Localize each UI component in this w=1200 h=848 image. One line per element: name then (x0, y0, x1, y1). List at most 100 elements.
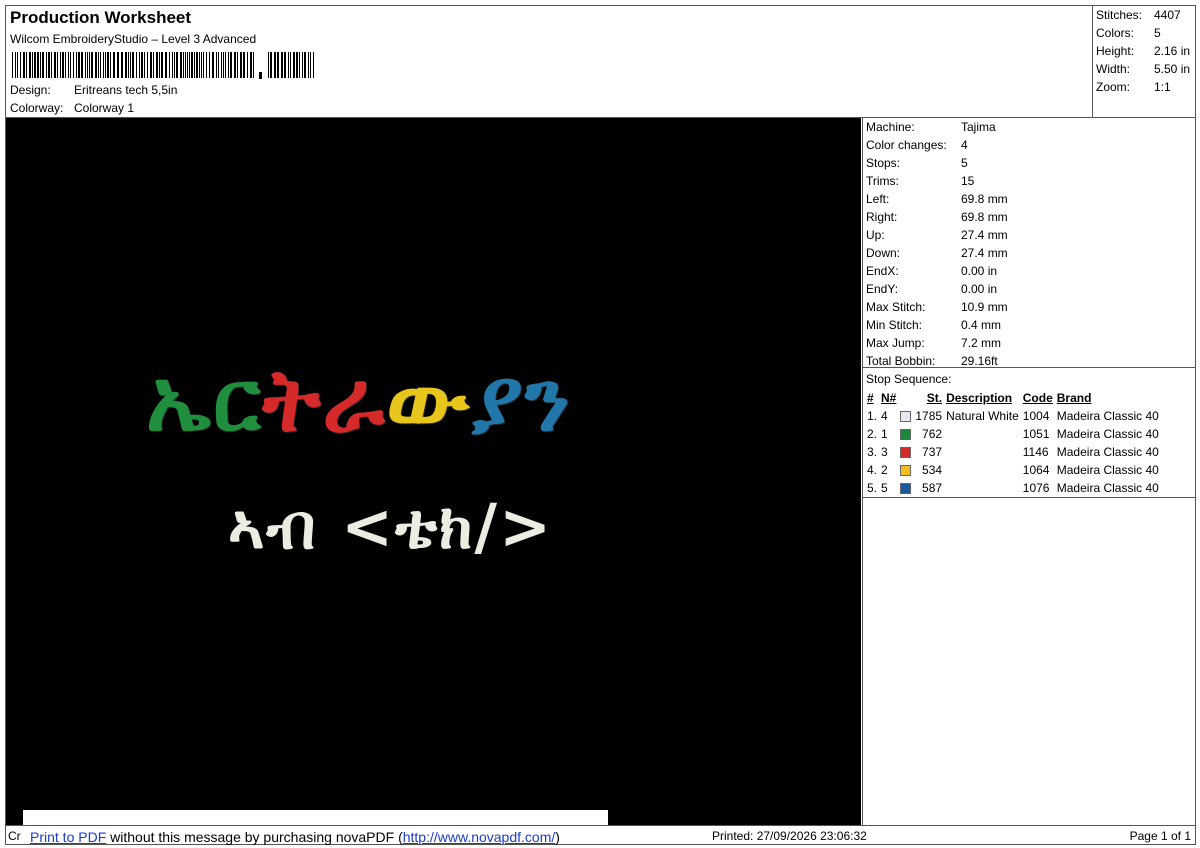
trims-row: Trims: 15 (866, 174, 974, 188)
stitches-label: Stitches: (1096, 8, 1143, 22)
design-glyph: ት (262, 351, 323, 451)
design-glyph: ው (386, 351, 471, 451)
stop-color-swatch (898, 479, 913, 497)
barcode-bar (240, 52, 242, 78)
stitches-row: Stitches: 4407 (1096, 8, 1181, 22)
design-value: Eritreans tech 5,5in (74, 83, 178, 97)
stop-needle: 2 (881, 463, 888, 477)
barcode-bar (29, 52, 31, 78)
col-header-num: # (867, 391, 874, 405)
left-value: 69.8 mm (961, 192, 1008, 206)
barcode-bar (60, 52, 61, 78)
stop-row: 2. 1 762 1051 Madeira Classic 40 (865, 425, 1161, 443)
barcode-bar (87, 52, 88, 78)
print-to-pdf-link[interactable]: Print to PDF (30, 829, 106, 845)
barcode-bar (165, 52, 167, 78)
max-jump-value: 7.2 mm (961, 336, 1002, 350)
endy-label: EndY: (866, 282, 899, 296)
stop-stitches: 762 (922, 427, 943, 441)
stop-color-swatch (898, 461, 913, 479)
barcode-bar (221, 52, 222, 78)
stop-description (944, 461, 1021, 479)
pdf-message-text: without this message by purchasing novaP… (106, 829, 403, 845)
design-glyph: ን (524, 351, 572, 451)
barcode-bar (223, 52, 224, 78)
max-stitch-value: 10.9 mm (961, 300, 1008, 314)
design-glyph: ኤ (146, 351, 213, 451)
total-bobbin-row: Total Bobbin: 29.16ft (866, 354, 998, 368)
left-label: Left: (866, 192, 890, 206)
zoom-row: Zoom: 1:1 (1096, 80, 1171, 94)
barcode-bar (54, 52, 56, 78)
trims-value: 15 (961, 174, 975, 188)
stop-color-swatch (898, 425, 913, 443)
barcode-bar (110, 52, 111, 78)
down-value: 27.4 mm (961, 246, 1008, 260)
stop-row: 3. 3 737 1146 Madeira Classic 40 (865, 443, 1161, 461)
barcode-bar (78, 52, 80, 78)
right-value: 69.8 mm (961, 210, 1008, 224)
barcode-bar (194, 52, 195, 78)
barcode-bar (277, 52, 279, 78)
barcode-bar (132, 52, 134, 78)
endx-label: EndX: (866, 264, 899, 278)
barcode-bar (274, 52, 276, 78)
width-label: Width: (1096, 62, 1131, 76)
right-row: Right: 69.8 mm (866, 210, 1008, 224)
design-glyph: ራ (322, 351, 387, 451)
stop-needle: 1 (881, 427, 888, 441)
endx-value: 0.00 in (961, 264, 998, 278)
barcode-bar (40, 52, 41, 78)
pdf-message-band (23, 810, 608, 825)
width-row: Width: 5.50 in (1096, 62, 1190, 76)
design-text-line-2: ኣብ <ቴክ/> (228, 490, 554, 563)
barcode-bar (17, 52, 18, 78)
stop-table-header: # N# St. Description Code Brand (865, 389, 1161, 407)
barcode-bar (191, 52, 193, 78)
novapdf-url-link[interactable]: http://www.novapdf.com/ (403, 829, 556, 845)
stop-description (944, 479, 1021, 497)
barcode-bar (234, 52, 236, 78)
stop-brand: Madeira Classic 40 (1056, 409, 1159, 423)
barcode-bar (270, 52, 272, 78)
barcode-bar (268, 52, 269, 78)
barcode-bar (141, 52, 143, 78)
barcode-bar (34, 52, 36, 78)
colors-row: Colors: 5 (1096, 26, 1161, 40)
barcode-bar (125, 52, 127, 78)
barcode-bar (68, 52, 69, 78)
stop-stitches: 587 (922, 481, 943, 495)
barcode-bar (139, 52, 140, 78)
col-header-needle: N# (881, 391, 897, 405)
thread-color-swatch (900, 483, 912, 495)
barcode-bar (20, 52, 21, 78)
stop-needle: 3 (881, 445, 888, 459)
barcode-bar (284, 52, 286, 78)
barcode-bar (218, 52, 219, 78)
barcode-bar (15, 52, 16, 78)
colorway-value: Colorway 1 (74, 101, 135, 115)
endy-value: 0.00 in (961, 282, 998, 296)
col-header-code: Code (1022, 391, 1053, 405)
barcode-bar (128, 52, 129, 78)
min-stitch-row: Min Stitch: 0.4 mm (866, 318, 1001, 332)
pdf-message: Print to PDF without this message by pur… (30, 829, 560, 845)
stops-row: Stops: 5 (866, 156, 968, 170)
max-stitch-label: Max Stitch: (866, 300, 926, 314)
page-number: Page 1 of 1 (1129, 829, 1191, 843)
design-summary: Stitches: 4407 Colors: 5 Height: 2.16 in Wi… (1092, 6, 1196, 118)
barcode-bar (85, 52, 86, 78)
barcode-bar (189, 52, 190, 78)
stop-sequence: Stop Sequence: # N# St. Description Code… (862, 368, 1196, 498)
barcode-bar (299, 52, 300, 78)
barcode-bar (117, 52, 119, 78)
stop-brand: Madeira Classic 40 (1056, 481, 1159, 495)
barcode-bar (296, 52, 298, 78)
stops-label: Stops: (866, 156, 901, 170)
down-row: Down: 27.4 mm (866, 246, 1008, 260)
page-title: Production Worksheet (10, 8, 192, 27)
colors-value: 5 (1154, 26, 1161, 40)
stop-code: 1064 (1022, 463, 1050, 477)
stop-row: 5. 5 587 1076 Madeira Classic 40 (865, 479, 1161, 497)
barcode-bar (98, 52, 99, 78)
